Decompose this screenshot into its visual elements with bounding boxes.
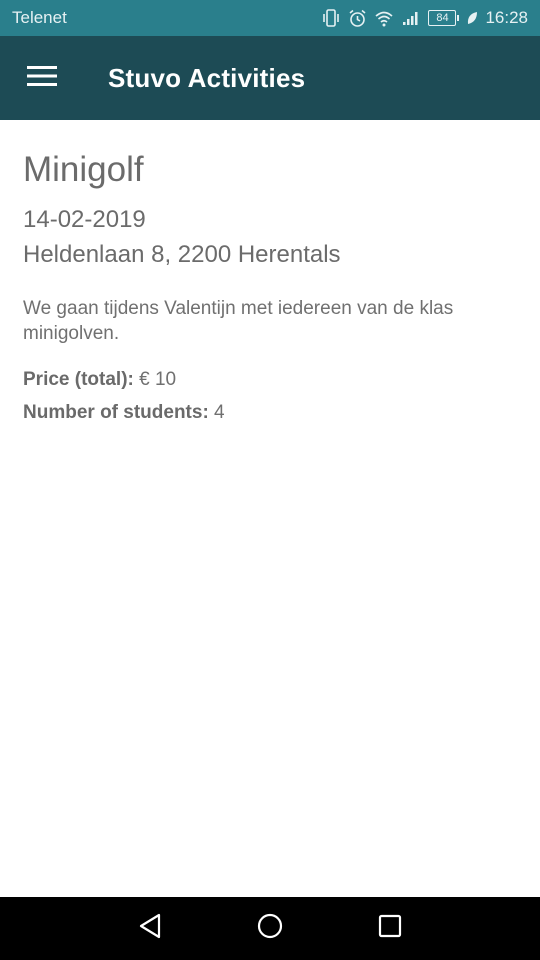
activity-address: Heldenlaan 8, 2200 Herentals (23, 241, 341, 268)
activity-detail-screen: Telenet 84 16:28 Stuvo Activities Minigo… (0, 0, 540, 960)
alarm-icon (348, 9, 367, 28)
students-label: Number of students: (23, 402, 209, 423)
app-bar: Stuvo Activities (0, 36, 540, 120)
recents-button[interactable] (330, 897, 450, 960)
back-icon (138, 913, 162, 944)
home-icon (257, 913, 283, 944)
signal-icon (401, 10, 421, 26)
hamburger-menu-icon (27, 65, 57, 92)
app-title: Stuvo Activities (108, 62, 306, 93)
battery-icon: 84 (428, 10, 460, 26)
home-button[interactable] (210, 897, 330, 960)
status-left: Telenet (12, 8, 67, 28)
activity-description: We gaan tijdens Valentijn met iedereen v… (23, 298, 454, 344)
status-right: 84 16:28 (321, 8, 528, 28)
battery-tip (457, 15, 460, 21)
activity-title: Minigolf (23, 150, 144, 189)
status-bar: Telenet 84 16:28 (0, 0, 540, 36)
price-label: Price (total): (23, 369, 134, 390)
activity-date: 14-02-2019 (23, 206, 146, 233)
menu-button[interactable] (0, 36, 84, 120)
wifi-icon (374, 10, 394, 27)
students-value: 4 (208, 402, 225, 423)
battery-level: 84 (428, 10, 457, 26)
recents-icon (378, 914, 402, 943)
price-row: Price (total): € 10 (23, 368, 517, 392)
vibrate-icon (321, 9, 341, 27)
carrier-name: Telenet (12, 8, 67, 27)
navigation-bar (0, 897, 540, 960)
price-value: € 10 (133, 369, 177, 390)
status-time: 16:28 (485, 8, 528, 27)
activity-details: Minigolf 14-02-2019 Heldenlaan 8, 2200 H… (23, 120, 517, 425)
back-button[interactable] (90, 897, 210, 960)
leaf-icon (466, 10, 478, 26)
students-row: Number of students: 4 (23, 401, 517, 425)
